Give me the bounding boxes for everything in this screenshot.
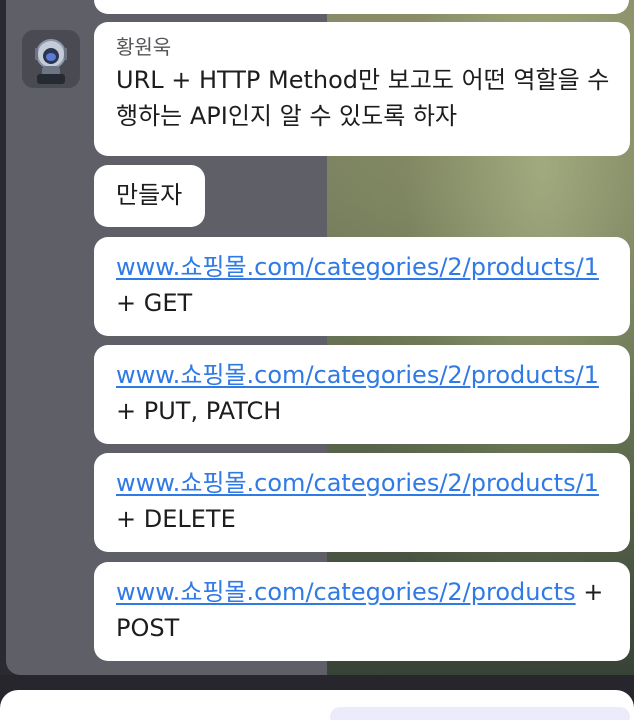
robot-avatar-icon — [22, 30, 80, 88]
message-text: + GET — [116, 289, 193, 317]
message-text: URL + HTTP Method만 보고도 어떤 역할을 수행하는 API인지… — [116, 66, 610, 130]
message-link[interactable]: www.쇼핑몰.com/categories/2/products/1 — [116, 469, 599, 497]
message-link[interactable]: www.쇼핑몰.com/categories/2/products/1 — [116, 361, 599, 389]
message-text: 만들자 — [116, 181, 183, 209]
message-bubble[interactable]: 황원욱 URL + HTTP Method만 보고도 어떤 역할을 수행하는 A… — [94, 22, 630, 156]
message-bubble[interactable]: www.쇼핑몰.com/categories/2/products/1 + DE… — [94, 453, 630, 552]
sender-avatar[interactable] — [22, 30, 80, 88]
message-text: + PUT, PATCH — [116, 397, 282, 425]
sender-name: 황원욱 — [116, 35, 172, 59]
message-bubble[interactable]: www.쇼핑몰.com/categories/2/products/1 + PU… — [94, 345, 630, 444]
message-text: + DELETE — [116, 505, 236, 533]
message-bubble[interactable]: www.쇼핑몰.com/categories/2/products + POST — [94, 562, 630, 661]
previous-message-bubble — [94, 0, 629, 14]
message-link[interactable]: www.쇼핑몰.com/categories/2/products — [116, 578, 576, 606]
chat-window: 황원욱 URL + HTTP Method만 보고도 어떤 역할을 수행하는 A… — [0, 0, 634, 720]
composer-input-pill[interactable] — [330, 707, 630, 720]
message-link[interactable]: www.쇼핑몰.com/categories/2/products/1 — [116, 253, 599, 281]
message-bubble[interactable]: 만들자 — [94, 165, 205, 227]
message-bubble[interactable]: www.쇼핑몰.com/categories/2/products/1 + GE… — [94, 237, 630, 336]
